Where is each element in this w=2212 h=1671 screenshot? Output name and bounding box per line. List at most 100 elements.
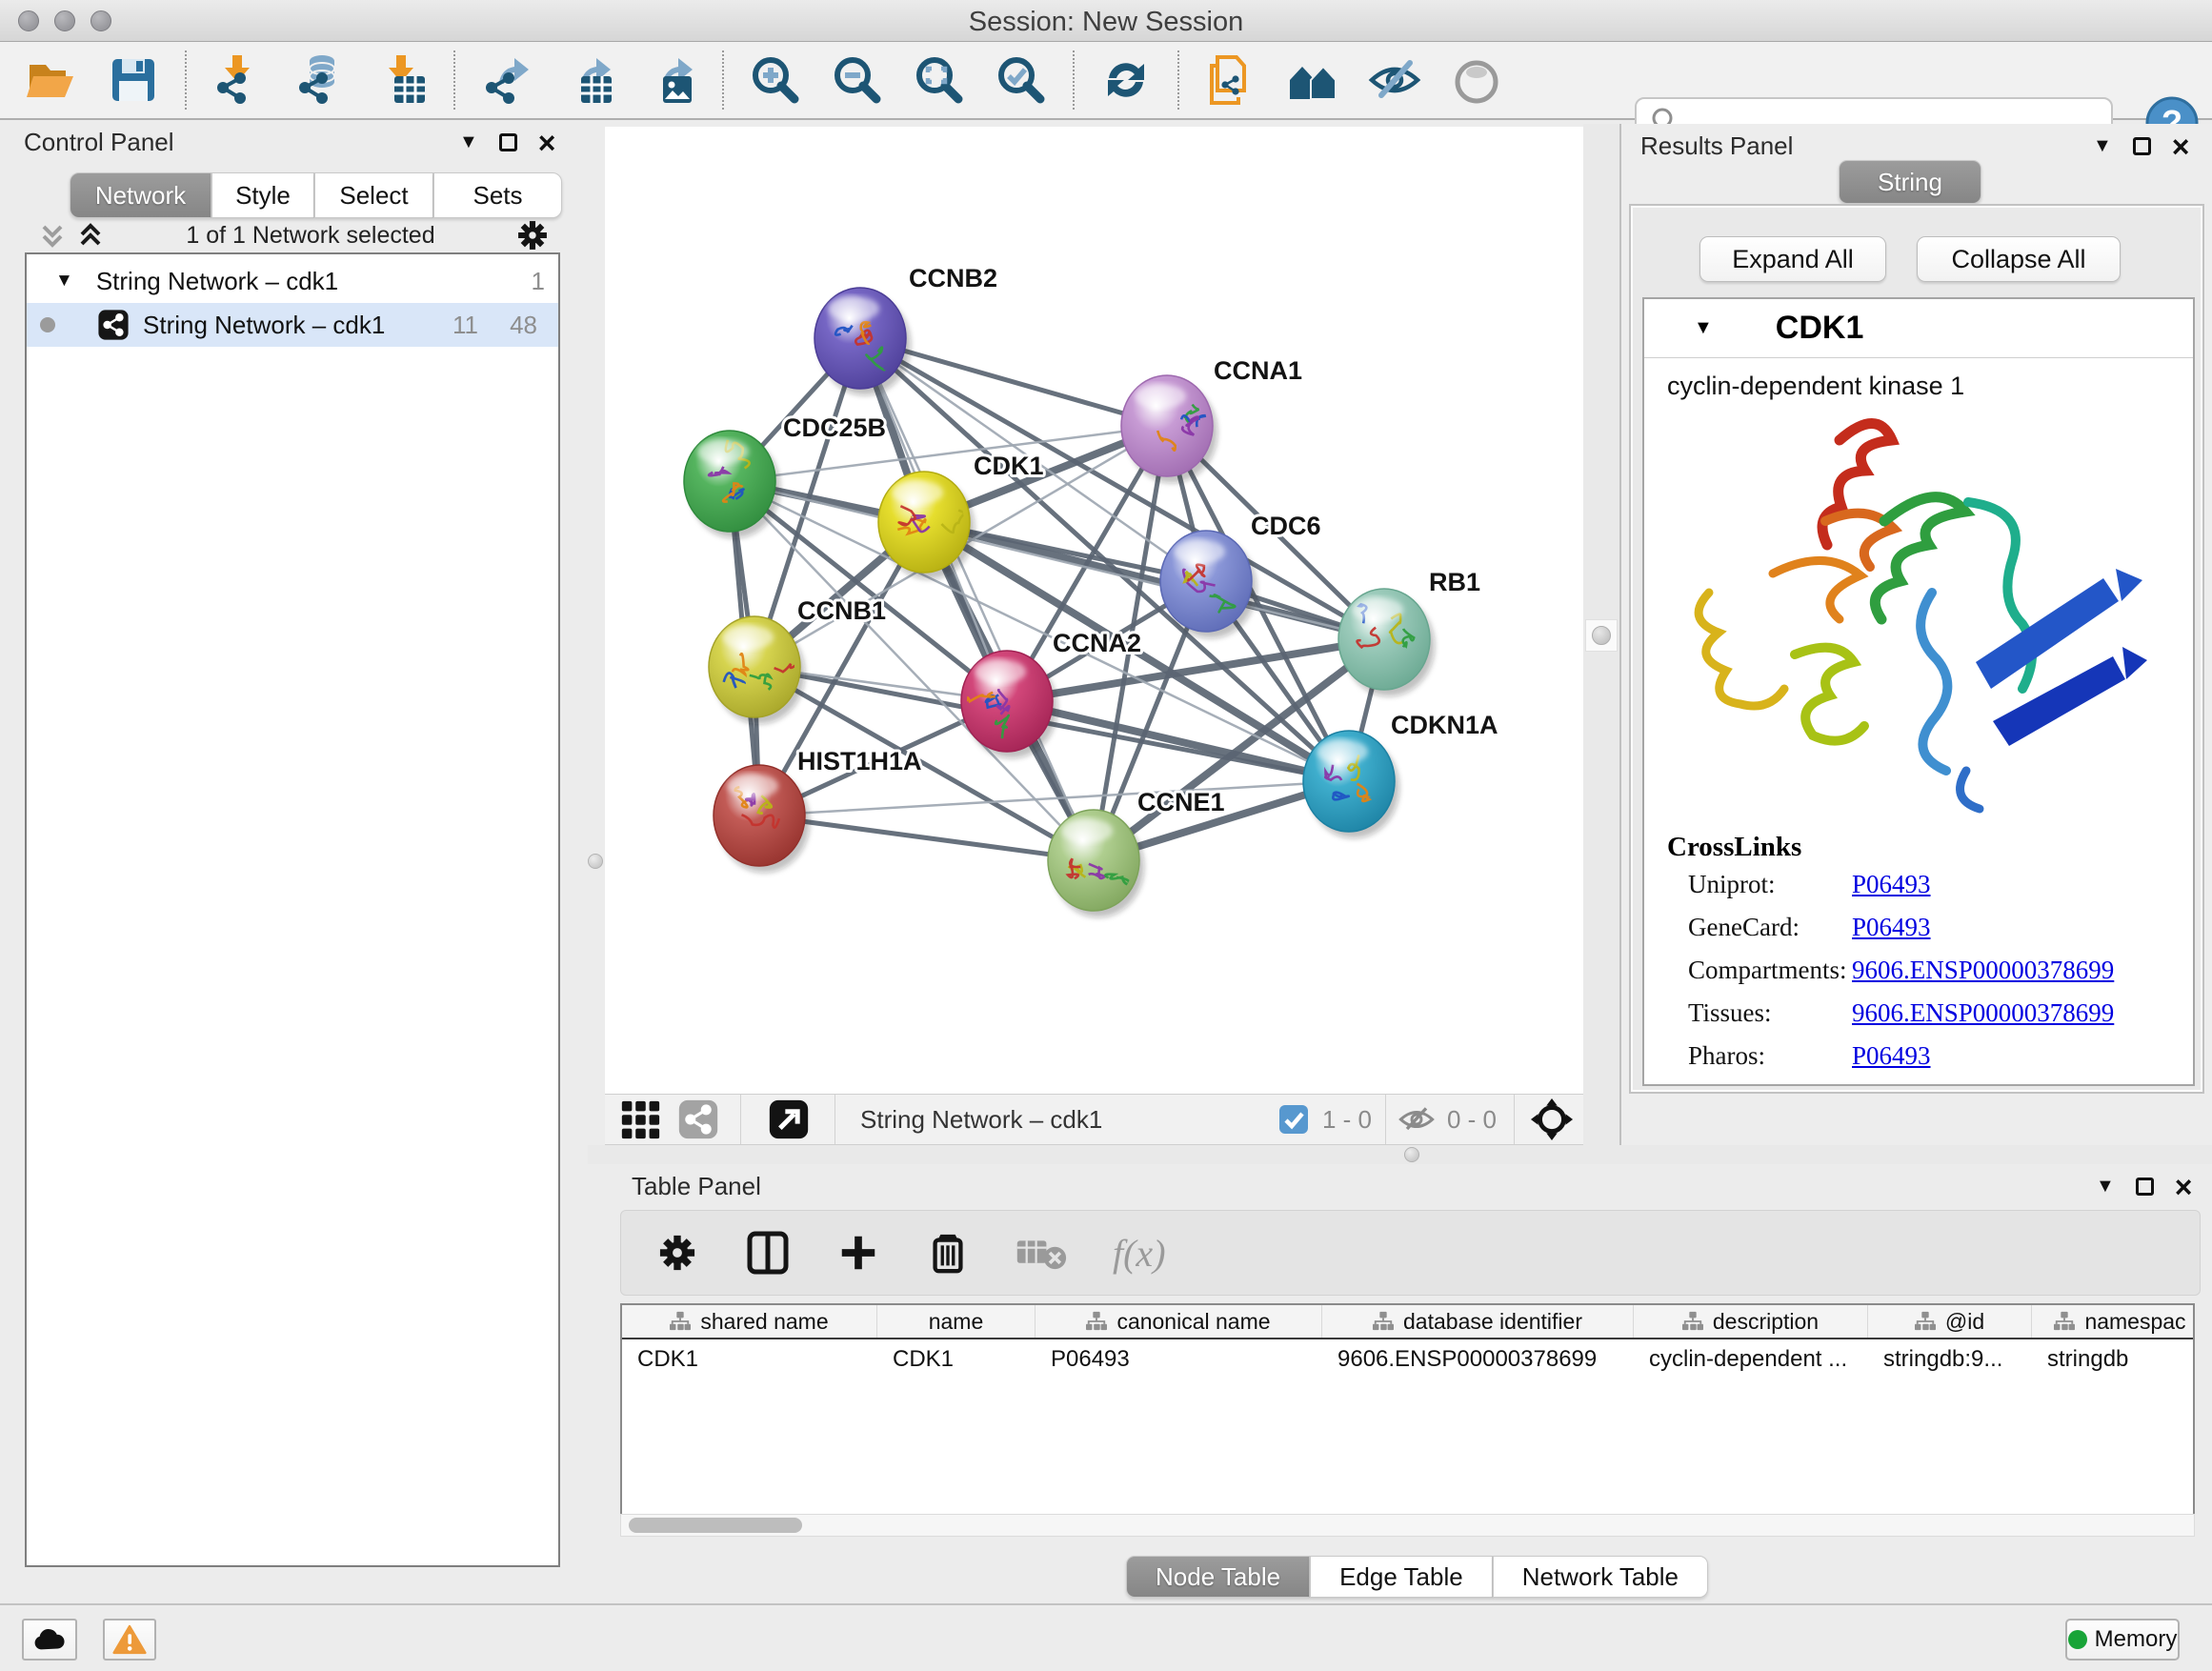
save-icon[interactable]: [107, 53, 160, 107]
network-row[interactable]: String Network – cdk1 11 48: [27, 303, 558, 347]
left-splitter-handle[interactable]: [588, 854, 603, 869]
table-hscrollbar-thumb[interactable]: [629, 1518, 802, 1533]
close-panel-icon[interactable]: ×: [2175, 1178, 2193, 1197]
open-icon[interactable]: [25, 53, 78, 107]
table-toolbar: f(x): [620, 1210, 2201, 1296]
gene-symbol: CDK1: [1776, 310, 1864, 347]
tab-network-table[interactable]: Network Table: [1493, 1556, 1708, 1598]
column-header-canonical-name[interactable]: canonical name: [1036, 1305, 1322, 1338]
node-cdc25b[interactable]: [684, 431, 780, 538]
tab-select[interactable]: Select: [314, 172, 433, 218]
selected-checkbox-icon[interactable]: [1278, 1104, 1309, 1135]
export-network-icon[interactable]: [480, 53, 533, 107]
table-cell[interactable]: stringdb: [2032, 1346, 2195, 1373]
close-panel-icon[interactable]: ×: [2172, 137, 2190, 156]
zoom-in-icon[interactable]: [749, 53, 802, 107]
close-panel-icon[interactable]: ×: [538, 133, 556, 152]
expand-all-button[interactable]: Expand All: [1699, 236, 1886, 282]
panel-menu-icon[interactable]: ▼: [2096, 1176, 2115, 1198]
import-network-icon[interactable]: [211, 53, 265, 107]
tab-string[interactable]: String: [1839, 160, 1981, 204]
node-ccne1[interactable]: [1048, 810, 1144, 917]
horizontal-splitter[interactable]: [588, 1145, 2212, 1164]
grid-view-icon[interactable]: [618, 1097, 662, 1141]
edge-ccnb2-ccne1[interactable]: [860, 338, 1094, 860]
node-rb1[interactable]: [1337, 589, 1435, 696]
float-panel-icon[interactable]: [2136, 1178, 2154, 1196]
table-options-gear-icon[interactable]: [655, 1231, 699, 1275]
collapse-all-icon[interactable]: [36, 219, 69, 252]
node-cdk1[interactable]: [878, 472, 975, 579]
cloud-button[interactable]: [22, 1619, 77, 1661]
tab-network[interactable]: Network: [70, 172, 211, 218]
open-in-window-icon[interactable]: [768, 1098, 810, 1140]
node-hist1h1a[interactable]: [714, 765, 810, 873]
tab-node-table[interactable]: Node Table: [1126, 1556, 1310, 1598]
network-canvas[interactable]: CCNB2CCNA1CDC25BCDK1CDC6RB1CCNB1CCNA2CDK…: [605, 127, 1583, 1094]
table-cell[interactable]: 9606.ENSP00000378699: [1322, 1346, 1634, 1373]
table-row[interactable]: CDK1CDK1P064939606.ENSP00000378699cyclin…: [622, 1339, 2193, 1379]
column-header-namespac[interactable]: namespac: [2032, 1305, 2195, 1338]
tab-edge-table[interactable]: Edge Table: [1310, 1556, 1493, 1598]
float-panel-icon[interactable]: [2133, 137, 2151, 155]
horizontal-splitter-handle[interactable]: [1404, 1147, 1419, 1162]
zoom-selected-icon[interactable]: [995, 53, 1048, 107]
graphics-details-icon[interactable]: [1450, 53, 1503, 107]
tab-style[interactable]: Style: [211, 172, 314, 218]
gene-header[interactable]: ▼ CDK1: [1644, 299, 2193, 358]
node-ccnb2[interactable]: [814, 288, 911, 395]
table-cell[interactable]: CDK1: [877, 1346, 1036, 1373]
column-header-name[interactable]: name: [877, 1305, 1036, 1338]
table-cell[interactable]: CDK1: [622, 1346, 877, 1373]
collection-expand-icon[interactable]: ▼: [55, 271, 73, 292]
crosslink-link[interactable]: P06493: [1852, 913, 1931, 942]
vertical-splitter-handle[interactable]: [1585, 619, 1618, 652]
crosslink-link[interactable]: P06493: [1852, 1041, 1931, 1071]
collapse-gene-icon[interactable]: ▼: [1694, 317, 1713, 339]
import-table-icon[interactable]: [375, 53, 429, 107]
panel-menu-icon[interactable]: ▼: [2093, 135, 2112, 157]
network-collection-row[interactable]: ▼ String Network – cdk1 1: [27, 259, 558, 303]
table-cell[interactable]: P06493: [1036, 1346, 1322, 1373]
network-graph[interactable]: CCNB2CCNA1CDC25BCDK1CDC6RB1CCNB1CCNA2CDK…: [605, 127, 1583, 1094]
clone-document-icon[interactable]: [1204, 53, 1257, 107]
panel-menu-icon[interactable]: ▼: [459, 131, 478, 153]
protein-query-icon[interactable]: [1286, 53, 1339, 107]
node-cdkn1a[interactable]: [1303, 731, 1399, 838]
crosshair-icon[interactable]: [1530, 1097, 1574, 1141]
collapse-all-button[interactable]: Collapse All: [1917, 236, 2121, 282]
table-cell[interactable]: stringdb:9...: [1868, 1346, 2032, 1373]
add-column-icon[interactable]: [836, 1231, 880, 1275]
column-type-icon: [1086, 1311, 1107, 1332]
zoom-out-icon[interactable]: [831, 53, 884, 107]
hide-selected-icon[interactable]: [1368, 53, 1421, 107]
column-header-shared-name[interactable]: shared name: [622, 1305, 877, 1338]
show-columns-icon[interactable]: [745, 1230, 791, 1276]
tab-sets[interactable]: Sets: [433, 172, 562, 218]
crosslink-row: Uniprot:P06493: [1688, 863, 2193, 906]
crosslink-link[interactable]: 9606.ENSP00000378699: [1852, 998, 2114, 1028]
node-ccna1[interactable]: [1121, 375, 1217, 483]
vertical-splitter[interactable]: [1583, 124, 1619, 1145]
export-table-icon[interactable]: [562, 53, 615, 107]
float-panel-icon[interactable]: [499, 133, 517, 151]
import-database-icon[interactable]: [293, 53, 347, 107]
table-panel-title: Table Panel: [632, 1172, 761, 1201]
warnings-button[interactable]: [103, 1619, 156, 1661]
column-header--id[interactable]: @id: [1868, 1305, 2032, 1338]
crosslink-link[interactable]: 9606.ENSP00000378699: [1852, 956, 2114, 985]
delete-column-icon[interactable]: [926, 1231, 970, 1275]
node-ccna2[interactable]: [961, 651, 1057, 758]
column-header-description[interactable]: description: [1634, 1305, 1868, 1338]
export-image-icon[interactable]: [644, 53, 697, 107]
share-view-icon[interactable]: [677, 1098, 719, 1140]
expand-all-icon[interactable]: [74, 219, 107, 252]
crosslink-link[interactable]: P06493: [1852, 870, 1931, 899]
table-hscrollbar[interactable]: [620, 1514, 2195, 1537]
table-cell[interactable]: cyclin-dependent ...: [1634, 1346, 1868, 1373]
memory-button[interactable]: Memory: [2065, 1619, 2180, 1661]
options-gear-icon[interactable]: [514, 217, 551, 253]
refresh-icon[interactable]: [1099, 53, 1153, 107]
zoom-fit-icon[interactable]: [913, 53, 966, 107]
column-header-database-identifier[interactable]: database identifier: [1322, 1305, 1634, 1338]
